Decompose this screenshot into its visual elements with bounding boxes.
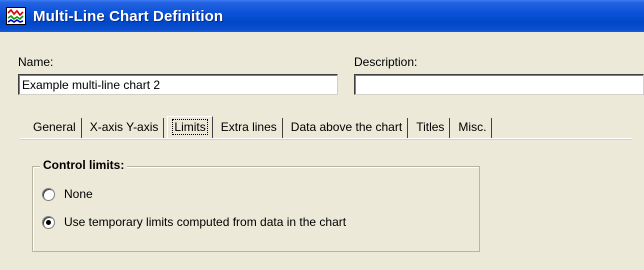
description-label: Description: (354, 55, 418, 69)
tab-extra-lines[interactable]: Extra lines (216, 118, 283, 138)
radio-button[interactable] (42, 187, 55, 201)
name-field[interactable] (18, 74, 338, 95)
chart-app-icon (6, 7, 26, 25)
tab-label: General (33, 120, 76, 134)
dialog-window: Multi-Line Chart Definition Name: Descri… (0, 0, 644, 270)
radio-label: None (64, 187, 93, 201)
tab-label: Titles (416, 120, 445, 134)
window-title: Multi-Line Chart Definition (33, 7, 224, 25)
radio-button[interactable] (42, 215, 55, 229)
tab-panel-border-shadow (20, 139, 632, 140)
description-field[interactable] (354, 74, 644, 95)
tab-label: Limits (172, 119, 208, 135)
tab-titles[interactable]: Titles (411, 118, 451, 138)
tab-label: X-axis Y-axis (89, 120, 159, 134)
control-limits-title: Control limits: (40, 158, 128, 172)
tab-x-axis-y-axis[interactable]: X-axis Y-axis (85, 118, 165, 138)
tab-data-above-chart[interactable]: Data above the chart (286, 118, 409, 138)
title-bar[interactable]: Multi-Line Chart Definition (0, 0, 644, 32)
radio-label: Use temporary limits computed from data … (64, 215, 347, 229)
name-label: Name: (18, 55, 54, 69)
radio-option-temporary-limits[interactable]: Use temporary limits computed from data … (42, 215, 346, 229)
tab-label: Extra lines (220, 120, 277, 134)
tab-strip: General X-axis Y-axis Limits Extra lines… (28, 116, 495, 138)
tab-misc[interactable]: Misc. (453, 118, 493, 138)
radio-option-none[interactable]: None (42, 187, 93, 201)
tab-label: Data above the chart (290, 120, 403, 134)
control-limits-group (32, 166, 480, 252)
tab-general[interactable]: General (28, 118, 82, 138)
tab-limits[interactable]: Limits (167, 116, 213, 138)
tab-label: Misc. (458, 120, 487, 134)
